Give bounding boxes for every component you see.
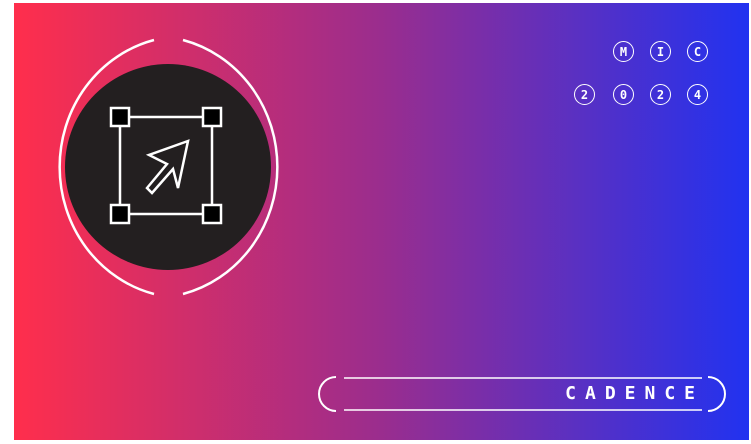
badge-digit: 2 xyxy=(650,84,671,105)
handle-bottom-left xyxy=(109,203,131,225)
badge-letter: C xyxy=(687,41,708,62)
footer-pill: CADENCE xyxy=(316,374,726,414)
handle-top-left xyxy=(109,106,131,128)
cadence-card: M I C 2 0 2 4 CADENCE xyxy=(14,3,749,440)
logo-emblem xyxy=(58,38,279,296)
handle-top-right xyxy=(201,106,223,128)
badge-digit: 2 xyxy=(574,84,595,105)
badge-letter: I xyxy=(650,41,671,62)
badge-letter: M xyxy=(613,41,634,62)
badge-digit: 0 xyxy=(613,84,634,105)
emblem-disc xyxy=(65,64,271,270)
badge-digit: 4 xyxy=(687,84,708,105)
brand-name: CADENCE xyxy=(565,383,704,404)
handle-bottom-right xyxy=(201,203,223,225)
